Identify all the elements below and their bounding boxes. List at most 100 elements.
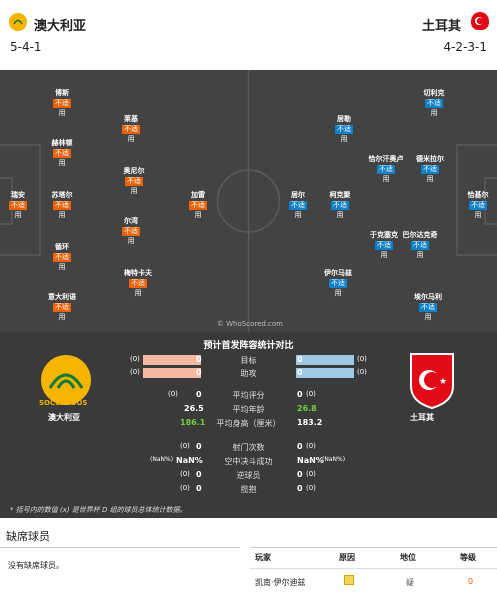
lineup-stats-panel: 预计首发阵容统计对比 SOCCEROOS 澳大利亚 ★ 土耳其 (0) 0 目标… (0, 332, 497, 518)
player-name[interactable]: 伊尔马兹 (318, 268, 358, 278)
away-player-1[interactable]: 切利克 不适用 (414, 88, 454, 118)
home-player-7[interactable]: 奥尼尔 不适用 (114, 166, 154, 196)
away-aerial: NaN% (297, 456, 324, 465)
player-name[interactable]: 博斯 (42, 88, 82, 98)
away-player-4[interactable]: 埃尔马利 不适用 (408, 292, 448, 322)
player-name[interactable]: 瑞安 (0, 190, 38, 200)
home-missing-text: 没有缺席球员。 (8, 561, 64, 570)
player-name[interactable]: 奥尼尔 (114, 166, 154, 176)
use-label: 用 (294, 211, 302, 219)
player-name[interactable]: 柯克聚 (320, 190, 360, 200)
home-assists-overall: (0) (130, 368, 140, 376)
home-player-4[interactable]: 循环 不适用 (42, 242, 82, 272)
col-rating[interactable]: 等级 (460, 552, 476, 563)
home-player-3[interactable]: 苏塔尔 不适用 (42, 190, 82, 220)
use-label: 用 (416, 251, 424, 259)
away-goals-bar (296, 355, 354, 365)
player-name[interactable]: 恰基尔 (458, 190, 497, 200)
missing-player-status: 疑 (406, 578, 414, 587)
status-badge: 不适 (53, 149, 71, 158)
turkey-logo-icon (471, 12, 489, 30)
status-badge: 不适 (122, 227, 140, 236)
use-label: 用 (336, 211, 344, 219)
status-badge: 不适 (122, 125, 140, 134)
away-height: 183.2 (297, 418, 323, 427)
player-name[interactable]: 切利克 (414, 88, 454, 98)
player-name[interactable]: 埃尔马利 (408, 292, 448, 302)
home-team-name[interactable]: 澳大利亚 (34, 15, 86, 34)
col-status[interactable]: 地位 (400, 552, 416, 563)
goals-label: 目标 (240, 356, 257, 365)
away-shots-overall: (0) (306, 442, 316, 450)
col-player[interactable]: 玩家 (255, 552, 271, 563)
away-team-name[interactable]: 土耳其 (422, 15, 461, 34)
status-badge: 不适 (411, 241, 429, 250)
away-assists-overall: (0) (357, 368, 367, 376)
use-label: 用 (474, 211, 482, 219)
stats-footnote: * 括号内的数值 (x) 是世界杯 D 组的球员总体统计数据。 (10, 506, 187, 514)
use-label: 用 (194, 211, 202, 219)
away-player-5[interactable]: 恰尔汗奥卢 不适用 (366, 154, 406, 184)
player-name[interactable]: 梅特卡夫 (118, 268, 158, 278)
home-player-1[interactable]: 博斯 不适用 (42, 88, 82, 118)
away-player-7[interactable]: 居勒 不适用 (324, 114, 364, 144)
table-top-border (250, 547, 497, 548)
stats-title: 预计首发阵容统计对比 (203, 341, 294, 351)
age-label: 平均年龄 (232, 405, 265, 414)
player-name[interactable]: 循环 (42, 242, 82, 252)
away-assists-bar (296, 368, 354, 378)
home-formation: 5-4-1 (10, 40, 42, 54)
home-player-6[interactable]: 莱基 不适用 (111, 114, 151, 144)
home-goals-bar (143, 355, 201, 365)
player-name[interactable]: 尔湾 (111, 216, 151, 226)
use-label: 用 (424, 313, 432, 321)
player-name[interactable]: 于克塞克 (364, 230, 404, 240)
home-player-5[interactable]: 意大利语 不适用 (42, 292, 82, 322)
player-name[interactable]: 居勒 (324, 114, 364, 124)
missing-player-name[interactable]: 凯南·伊尔迪兹 (255, 577, 306, 588)
away-player-8[interactable]: 柯克聚 不适用 (320, 190, 360, 220)
player-name[interactable]: 德米拉尔 (410, 154, 450, 164)
away-player-10[interactable]: 居尔 不适用 (278, 190, 318, 220)
stat-row-goals: (0) 0 目标 0 (0) (0, 355, 497, 369)
away-passes-overall: (0) (306, 470, 316, 478)
home-player-8[interactable]: 尔湾 不适用 (111, 216, 151, 246)
match-header: 澳大利亚 5-4-1 土耳其 4-2-3-1 (0, 0, 497, 70)
player-name[interactable]: 恰尔汗奥卢 (366, 154, 406, 164)
aerial-label: 空中决斗成功 (224, 457, 273, 466)
away-player-3[interactable]: 巴尔达克奇 不适用 (400, 230, 440, 260)
shots-label: 射门次数 (232, 443, 265, 452)
height-label: 平均身高（厘米） (216, 419, 281, 428)
away-age: 26.8 (297, 404, 317, 413)
use-label: 用 (426, 175, 434, 183)
away-rating: 0 (297, 390, 303, 399)
away-player-0[interactable]: 恰基尔 不适用 (458, 190, 497, 220)
player-name[interactable]: 加雷 (178, 190, 218, 200)
player-name[interactable]: 意大利语 (42, 292, 82, 302)
player-name[interactable]: 莱基 (111, 114, 151, 124)
away-shots: 0 (297, 442, 303, 451)
watermark: © WhoScored.com (216, 320, 283, 328)
use-label: 用 (127, 237, 135, 245)
status-badge: 不适 (469, 201, 487, 210)
home-aerial: NaN% (176, 456, 203, 465)
use-label: 用 (340, 135, 348, 143)
home-player-9[interactable]: 梅特卡夫 不适用 (118, 268, 158, 298)
away-goals-overall: (0) (357, 355, 367, 363)
home-player-2[interactable]: 赫林顿 不适用 (42, 138, 82, 168)
status-badge: 不适 (421, 165, 439, 174)
away-player-6[interactable]: 于克塞克 不适用 (364, 230, 404, 260)
col-reason[interactable]: 原因 (339, 552, 355, 563)
player-name[interactable]: 居尔 (278, 190, 318, 200)
away-goals: 0 (297, 355, 303, 364)
away-player-9[interactable]: 伊尔马兹 不适用 (318, 268, 358, 298)
player-name[interactable]: 苏塔尔 (42, 190, 82, 200)
home-player-10[interactable]: 加雷 不适用 (178, 190, 218, 220)
use-label: 用 (130, 187, 138, 195)
stat-row-shots: (0) 0 射门次数 0 (0) (0, 442, 497, 456)
away-player-2[interactable]: 德米拉尔 不适用 (410, 154, 450, 184)
player-name[interactable]: 赫林顿 (42, 138, 82, 148)
home-player-0[interactable]: 瑞安 不适用 (0, 190, 38, 220)
stat-row-aerial: (NaN%) NaN% 空中决斗成功 NaN% (NaN%) (0, 456, 497, 470)
player-name[interactable]: 巴尔达克奇 (400, 230, 440, 240)
